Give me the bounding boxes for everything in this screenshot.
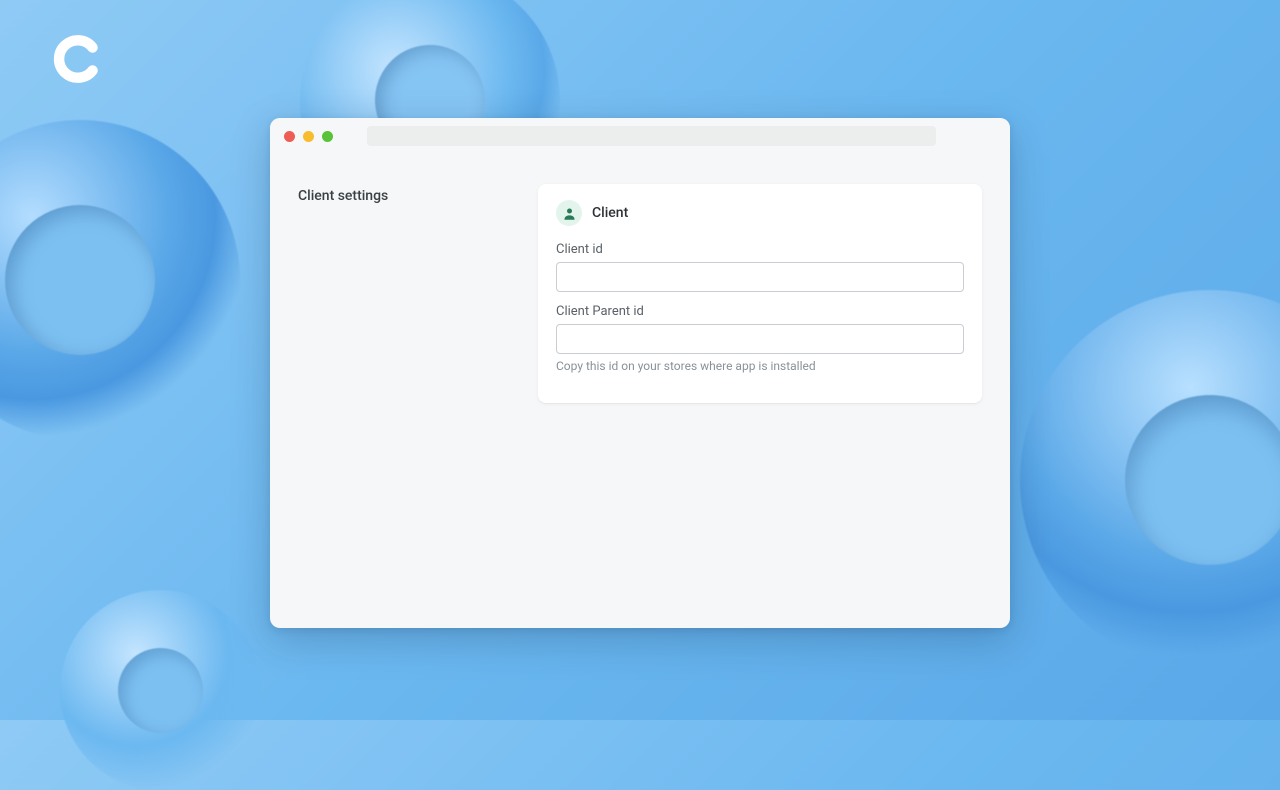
client-parent-id-input[interactable] [556, 324, 964, 354]
address-bar[interactable] [367, 126, 936, 146]
app-window: Client settings Client Client id Client … [270, 118, 1010, 628]
window-maximize-icon[interactable] [322, 131, 333, 142]
window-titlebar [270, 118, 1010, 154]
sidebar-title: Client settings [298, 188, 520, 204]
window-content: Client settings Client Client id Client … [270, 154, 1010, 433]
client-parent-id-field: Client Parent id Copy this id on your st… [556, 304, 964, 373]
card-title: Client [592, 205, 628, 221]
client-id-input[interactable] [556, 262, 964, 292]
client-id-field: Client id [556, 242, 964, 292]
brand-logo [48, 30, 106, 88]
client-parent-id-label: Client Parent id [556, 304, 964, 319]
bg-shape [0, 120, 240, 440]
window-close-icon[interactable] [284, 131, 295, 142]
client-parent-id-helper: Copy this id on your stores where app is… [556, 359, 964, 373]
bg-shape [60, 590, 260, 790]
person-icon [556, 200, 582, 226]
sidebar: Client settings [298, 184, 520, 403]
client-card: Client Client id Client Parent id Copy t… [538, 184, 982, 403]
card-header: Client [556, 200, 964, 226]
window-minimize-icon[interactable] [303, 131, 314, 142]
client-id-label: Client id [556, 242, 964, 257]
